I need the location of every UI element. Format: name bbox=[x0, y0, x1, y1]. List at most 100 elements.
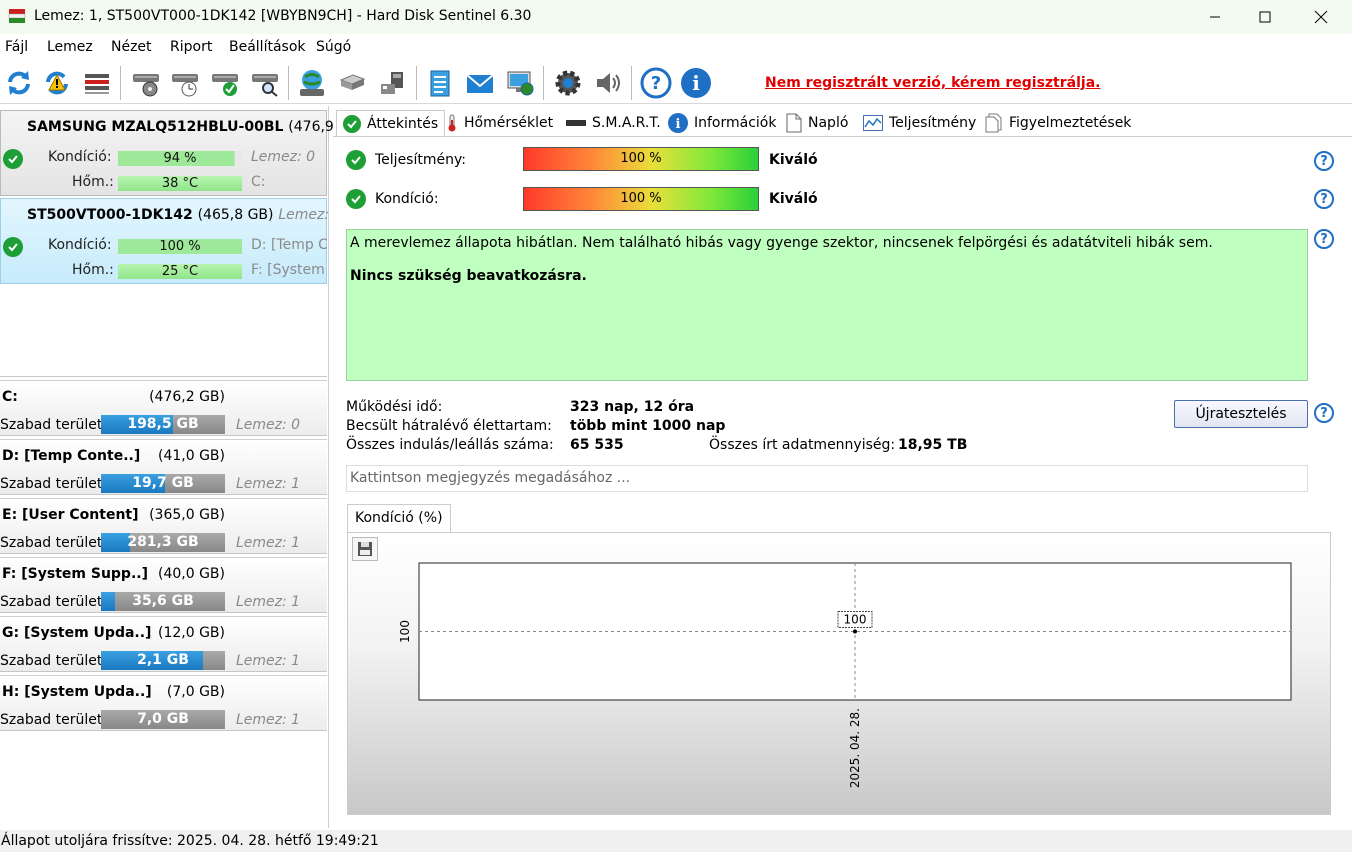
performance-label: Teljesítmény: bbox=[375, 152, 466, 168]
condition-bar: 100 % bbox=[118, 239, 242, 254]
menu-report[interactable]: Riport bbox=[170, 39, 212, 55]
disk-stack-icon[interactable] bbox=[335, 66, 369, 100]
disk-icon bbox=[566, 120, 586, 126]
partition-name: H: [System Upda..] bbox=[2, 684, 152, 700]
free-space-label: Szabad terület bbox=[0, 535, 103, 551]
menu-view[interactable]: Nézet bbox=[111, 39, 152, 55]
partition-name: F: [System Supp..] bbox=[2, 566, 148, 582]
maximize-button[interactable] bbox=[1242, 0, 1288, 34]
usb-disk-icon[interactable] bbox=[375, 66, 409, 100]
partition-disk-ref: Lemez: 1 bbox=[236, 535, 301, 551]
refresh-warning-icon[interactable] bbox=[40, 66, 74, 100]
disk-schedule-icon[interactable] bbox=[168, 66, 202, 100]
menu-help[interactable]: Súgó bbox=[316, 39, 351, 55]
overview-panel: Teljesítmény: 100 % Kiváló ? Kondíció: 1… bbox=[333, 136, 1352, 828]
partition-card[interactable]: G: [System Upda..] (12,0 GB) Szabad terüle… bbox=[0, 616, 327, 672]
free-space-bar: 198,5 GB bbox=[101, 415, 225, 434]
email-icon[interactable] bbox=[463, 66, 497, 100]
x-tick-label: 2025. 04. 28. bbox=[848, 708, 862, 788]
free-space-label: Szabad terület bbox=[0, 594, 103, 610]
partition-card[interactable]: H: [System Upda..] (7,0 GB) Szabad terület… bbox=[0, 675, 327, 731]
status-description: A merevlemez állapota hibátlan. Nem talá… bbox=[346, 229, 1308, 381]
disk-card-samsung[interactable]: SAMSUNG MZALQ512HBLU-00BL (476,9 G Kondí… bbox=[0, 110, 349, 196]
status-text: A merevlemez állapota hibátlan. Nem talá… bbox=[350, 235, 1213, 251]
sound-icon[interactable] bbox=[591, 66, 625, 100]
graph-tab-condition[interactable]: Kondíció (%) bbox=[347, 504, 451, 532]
status-bar: Állapot utoljára frissítve: 2025. 04. 28… bbox=[0, 830, 1352, 852]
menu-file[interactable]: Fájl bbox=[5, 39, 28, 55]
partition-card[interactable]: E: [User Content] (365,0 GB) Szabad terüle… bbox=[0, 498, 327, 554]
toolbar-separator bbox=[120, 66, 121, 100]
minimize-button[interactable] bbox=[1192, 0, 1238, 34]
help-icon[interactable]: ? bbox=[1314, 151, 1334, 171]
chart-icon bbox=[863, 115, 883, 131]
svg-text:i: i bbox=[692, 71, 700, 95]
toolbar-separator bbox=[288, 66, 289, 100]
free-space-value: 7,0 GB bbox=[137, 711, 189, 727]
help-icon[interactable]: ? bbox=[1314, 403, 1334, 423]
help-icon[interactable]: ? bbox=[1314, 229, 1334, 249]
remaining-life-label: Becsült hátralévő élettartam: bbox=[346, 418, 552, 434]
documents-icon bbox=[985, 113, 1002, 133]
uptime-value: 323 nap, 12 óra bbox=[570, 399, 695, 415]
partition-disk-ref: Lemez: 1 bbox=[236, 594, 301, 610]
partition-size: (365,0 GB) bbox=[149, 507, 225, 523]
toolbar: ? i Nem regisztrált verzió, kérem regisz… bbox=[0, 62, 1352, 104]
tab-performance[interactable]: Teljesítmény bbox=[857, 110, 982, 136]
partition-card[interactable]: F: [System Supp..] (40,0 GB) Szabad terüle… bbox=[0, 557, 327, 613]
free-space-label: Szabad terület bbox=[0, 653, 103, 669]
tab-temperature[interactable]: Hőmérséklet bbox=[440, 110, 559, 136]
tab-overview[interactable]: Áttekintés bbox=[336, 110, 446, 136]
partition-name: E: [User Content] bbox=[2, 507, 139, 523]
title-bar: Lemez: 1, ST500VT000-1DK142 [WBYBN9CH] -… bbox=[0, 0, 1352, 34]
uptime-label: Működési idő: bbox=[346, 399, 443, 415]
tab-warnings[interactable]: Figyelmeztetések bbox=[979, 110, 1137, 136]
partition-card[interactable]: C: (476,2 GB) Szabad terület 198,5 GB Lemez:… bbox=[0, 380, 327, 436]
window-title: Lemez: 1, ST500VT000-1DK142 [WBYBN9CH] -… bbox=[34, 8, 532, 24]
close-button[interactable] bbox=[1298, 0, 1344, 34]
help-icon[interactable]: ? bbox=[1314, 189, 1334, 209]
free-space-bar: 7,0 GB bbox=[101, 710, 225, 729]
web-report-icon[interactable] bbox=[503, 66, 537, 100]
retest-button[interactable]: Újratesztelés bbox=[1174, 400, 1308, 428]
tab-log[interactable]: Napló bbox=[780, 110, 854, 136]
condition-label: Kondíció: bbox=[48, 149, 112, 165]
disk-search-icon[interactable] bbox=[248, 66, 282, 100]
note-input[interactable]: Kattintson megjegyzés megadásához ... bbox=[346, 465, 1308, 492]
condition-meter: 100 % bbox=[523, 187, 759, 211]
disk-card-seagate[interactable]: ST500VT000-1DK142 (465,8 GB) Lemez: 1 Ko… bbox=[0, 198, 342, 284]
partition-disk-ref: Lemez: 1 bbox=[236, 476, 301, 492]
refresh-icon[interactable] bbox=[2, 66, 36, 100]
menu-bar: Fájl Lemez Nézet Riport Beállítások Súgó bbox=[0, 34, 1352, 62]
drive-ref: C: bbox=[251, 174, 266, 190]
info-icon: i bbox=[668, 113, 688, 133]
menu-settings[interactable]: Beállítások bbox=[229, 39, 306, 55]
drive-ref-d: D: [Temp C bbox=[251, 237, 327, 253]
tab-smart[interactable]: S.M.A.R.T. bbox=[560, 110, 667, 136]
gear-icon[interactable] bbox=[551, 66, 585, 100]
help-icon[interactable]: ? bbox=[639, 66, 673, 100]
registration-link[interactable]: Nem regisztrált verzió, kérem regisztrál… bbox=[765, 75, 1100, 91]
disk-surface-test-icon[interactable] bbox=[129, 66, 163, 100]
report-icon[interactable] bbox=[423, 66, 457, 100]
disk-list-icon[interactable] bbox=[80, 66, 114, 100]
written-value: 18,95 TB bbox=[898, 437, 968, 453]
condition-check-icon bbox=[346, 189, 366, 209]
condition-label: Kondíció: bbox=[48, 237, 112, 253]
disk-ok-icon[interactable] bbox=[208, 66, 242, 100]
network-disk-icon[interactable] bbox=[295, 66, 329, 100]
temp-bar: 38 °C bbox=[118, 176, 242, 191]
check-icon bbox=[343, 114, 361, 133]
partition-disk-ref: Lemez: 1 bbox=[236, 653, 301, 669]
partition-card[interactable]: D: [Temp Conte..] (41,0 GB) Szabad terület… bbox=[0, 439, 327, 495]
start-stop-value: 65 535 bbox=[570, 437, 624, 453]
check-icon bbox=[3, 237, 23, 257]
tab-information[interactable]: i Információk bbox=[662, 110, 782, 136]
partition-size: (12,0 GB) bbox=[158, 625, 225, 641]
condition-graph: 100 100 2025. 04. 28. bbox=[347, 532, 1331, 815]
menu-disk[interactable]: Lemez bbox=[47, 39, 93, 55]
partition-size: (41,0 GB) bbox=[158, 448, 225, 464]
free-space-label: Szabad terület bbox=[0, 712, 103, 728]
performance-check-icon bbox=[346, 150, 366, 170]
info-icon[interactable]: i bbox=[679, 66, 713, 100]
